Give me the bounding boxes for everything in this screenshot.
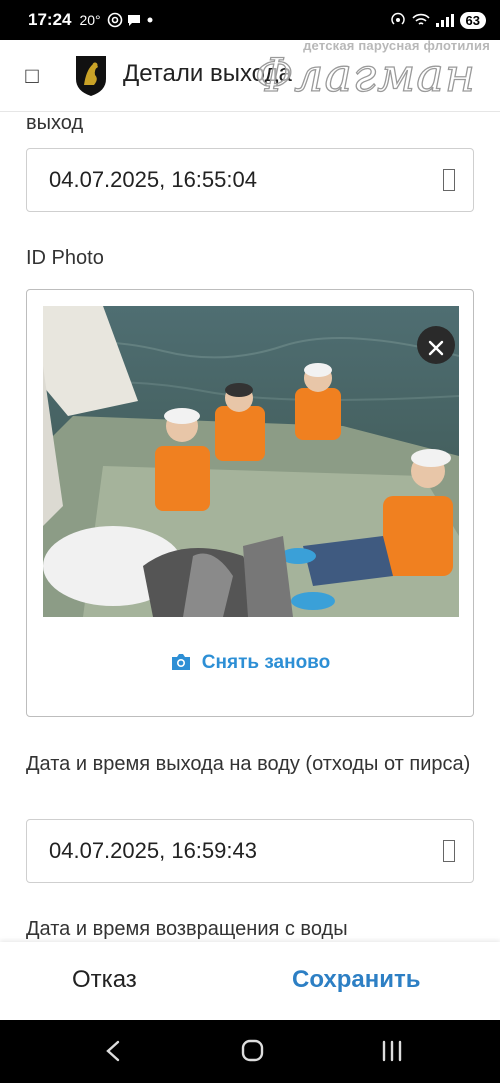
- page-title: Детали выхода: [123, 60, 292, 87]
- retake-label: Снять заново: [201, 652, 331, 673]
- nav-recents-icon[interactable]: [372, 1034, 412, 1068]
- status-bar: 17:24 20° 63: [0, 0, 500, 40]
- calendar-icon[interactable]: [443, 169, 455, 191]
- app-logo: [76, 56, 106, 96]
- status-temperature: 20°: [79, 12, 101, 28]
- at-icon: [107, 12, 122, 28]
- hotspot-icon: [390, 12, 405, 25]
- calendar-icon[interactable]: [443, 840, 455, 862]
- camera-icon: [171, 654, 190, 670]
- back-arrow-icon[interactable]: □: [22, 62, 42, 90]
- photo-label: ID Photo: [26, 247, 104, 269]
- watermark-subtitle: детская парусная флотилия: [303, 38, 490, 53]
- id-photo: [43, 306, 459, 617]
- cancel-button[interactable]: Отказ: [72, 966, 137, 994]
- signal-icon: [435, 13, 454, 27]
- departure-datetime-value: 04.07.2025, 16:55:04: [49, 167, 257, 192]
- field-label-water-return: Дата и время возвращения с воды: [26, 918, 348, 940]
- form-scroll-area[interactable]: выход 04.07.2025, 16:55:04 ID Photo Снят…: [0, 112, 500, 942]
- departure-datetime-field[interactable]: 04.07.2025, 16:55:04: [26, 148, 474, 212]
- retake-photo-button[interactable]: Снять заново: [27, 652, 473, 674]
- water-departure-datetime-field[interactable]: 04.07.2025, 16:59:43: [26, 819, 474, 883]
- wifi-icon: [411, 13, 430, 25]
- photo-card: Снять заново: [26, 289, 474, 717]
- id-photo-image: [43, 306, 459, 617]
- status-time: 17:24: [28, 10, 72, 29]
- remove-photo-button[interactable]: [417, 326, 455, 364]
- field-label-water-departure: Дата и время выхода на воду (отходы от п…: [26, 753, 471, 775]
- nav-home-icon[interactable]: [232, 1034, 272, 1068]
- close-icon: [428, 340, 444, 356]
- battery-icon: 63: [459, 11, 486, 29]
- field-label-departure: выход: [26, 112, 84, 134]
- system-nav-bar: [0, 1020, 500, 1083]
- action-bar: Отказ Сохранить: [0, 942, 500, 1020]
- app-bar: □ Детали выхода детская парусная флотили…: [0, 38, 500, 112]
- chat-icon: [127, 15, 140, 26]
- nav-back-icon[interactable]: [94, 1034, 134, 1068]
- water-departure-datetime-value: 04.07.2025, 16:59:43: [49, 838, 257, 863]
- save-button[interactable]: Сохранить: [292, 966, 421, 994]
- dot-icon: [147, 17, 153, 23]
